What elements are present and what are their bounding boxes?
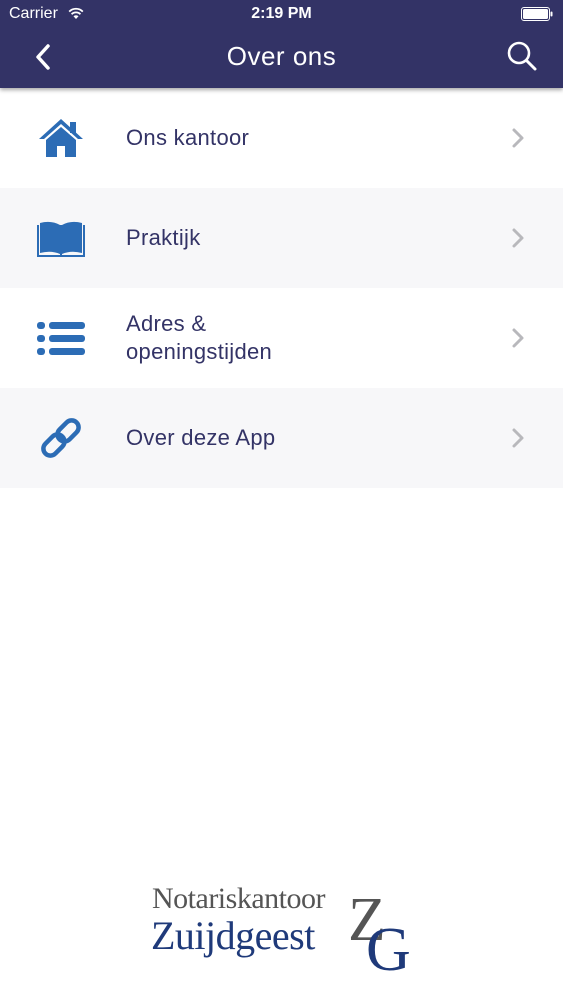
menu-item-adres-openingstijden[interactable]: Adres & openingstijden [0,288,563,388]
chevron-right-icon [512,328,524,348]
nav-bar: Over ons [0,28,563,88]
chevron-right-icon [512,228,524,248]
svg-text:G: G [366,916,411,974]
menu-list: Ons kantoor Praktijk Adres & openingstij… [0,88,563,488]
menu-item-over-deze-app[interactable]: Over deze App [0,388,563,488]
company-logo: Notariskantoor Zuijdgeest Z G [150,880,420,980]
link-icon [41,418,81,458]
search-icon[interactable] [505,39,539,73]
menu-item-label: Over deze App [126,425,276,450]
menu-item-label: Praktijk [126,225,201,250]
zg-monogram-icon: Z G [348,886,411,974]
status-bar: Carrier 2:19 PM [0,0,563,28]
list-icon [37,322,85,355]
logo-line-2: Zuijdgeest [151,913,315,958]
chevron-right-icon [512,128,524,148]
page-title: Over ons [226,41,337,71]
menu-item-label: Ons kantoor [126,125,250,150]
book-icon [37,221,85,257]
status-time: 2:19 PM [251,5,312,22]
logo-line-1: Notariskantoor [152,882,325,915]
app-header: Carrier 2:19 PM Over ons [0,0,563,88]
home-icon [39,119,83,157]
menu-item-ons-kantoor[interactable]: Ons kantoor [0,88,563,188]
battery-icon [521,7,553,21]
menu-item-label: Adres & openingstijden [126,311,273,364]
menu-item-praktijk[interactable]: Praktijk [0,188,563,288]
chevron-right-icon [512,428,524,448]
